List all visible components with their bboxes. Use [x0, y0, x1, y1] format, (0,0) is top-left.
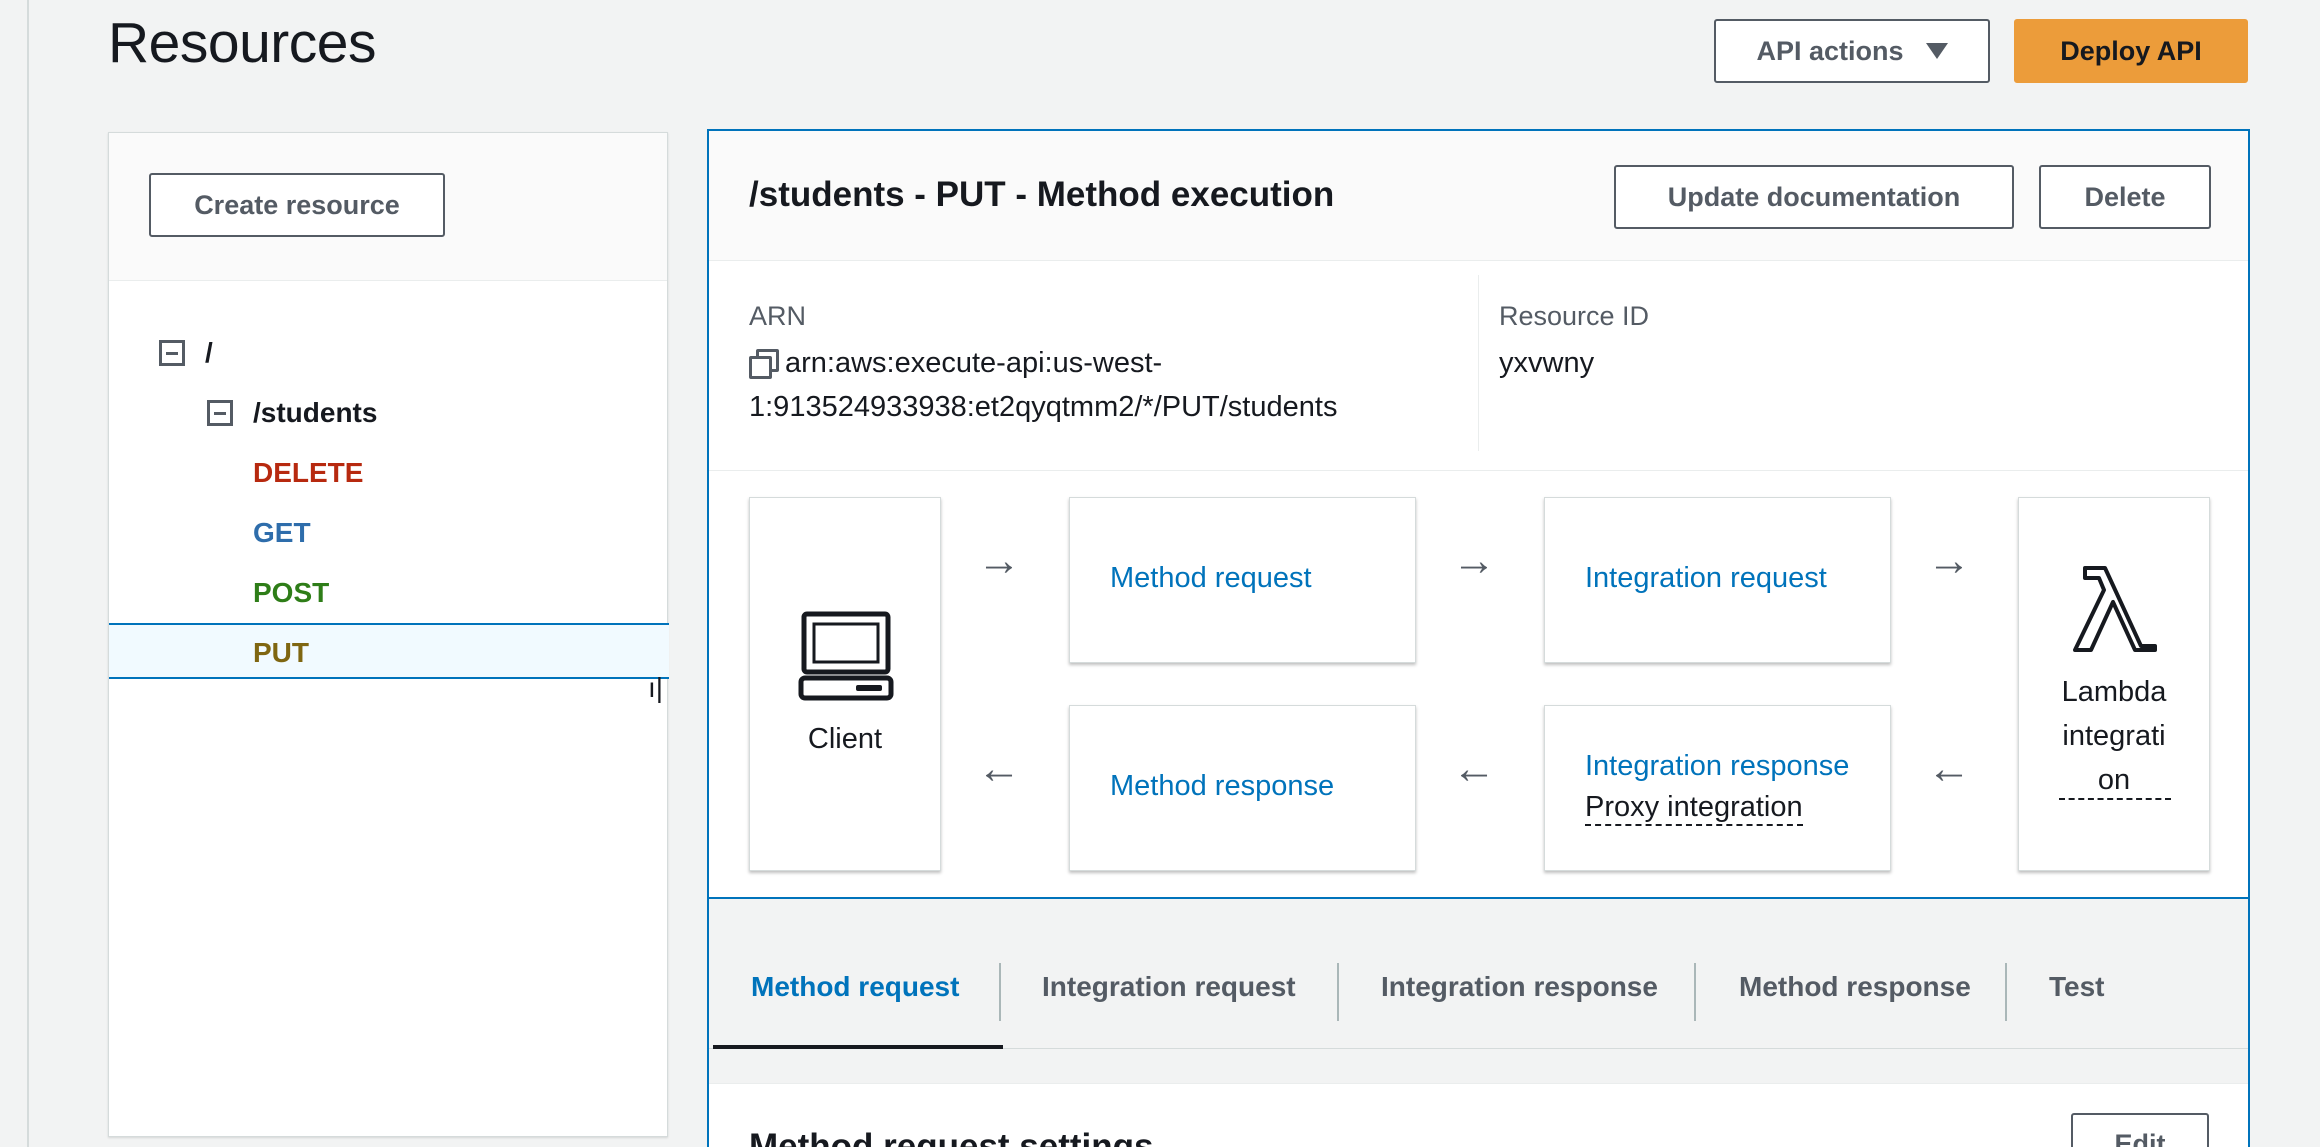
method-post-label: POST [253, 577, 330, 608]
arn-label: ARN [749, 301, 807, 331]
lambda-label-line3: on [2097, 764, 2131, 796]
edit-button[interactable]: Edit [2071, 1113, 2209, 1147]
integration-request-box[interactable]: Integration request [1544, 497, 1891, 663]
lambda-label-line2: integrati [2062, 720, 2166, 752]
delete-button[interactable]: Delete [2039, 165, 2211, 229]
tab-test[interactable]: Test [2049, 971, 2105, 1003]
section-divider [709, 470, 2248, 471]
method-request-settings-title: Method request settings [749, 1127, 1154, 1147]
client-label: Client [807, 723, 883, 755]
method-request-link[interactable]: Method request [1110, 562, 1312, 595]
tree-method-put[interactable]: PUT [253, 637, 309, 669]
api-actions-dropdown[interactable]: API actions [1714, 19, 1990, 83]
resource-id-value: yxvwny [1499, 347, 1595, 379]
tab-integration-request[interactable]: Integration request [1042, 971, 1296, 1003]
method-request-box[interactable]: Method request [1069, 497, 1416, 663]
tab-separator [1337, 963, 1339, 1021]
arn-value-line1: arn:aws:execute-api:us-west- [785, 347, 1163, 379]
selected-row-highlight [109, 623, 669, 679]
method-response-link[interactable]: Method response [1110, 770, 1334, 803]
method-execution-panel: /students - PUT - Method execution Updat… [707, 129, 2250, 1147]
tab-integration-response[interactable]: Integration response [1381, 971, 1658, 1003]
page-left-divider [27, 0, 29, 1147]
page-title: Resources [108, 11, 376, 75]
lambda-icon [2073, 566, 2157, 652]
method-response-box[interactable]: Method response [1069, 705, 1416, 871]
tab-separator [2005, 963, 2007, 1021]
tree-method-post[interactable]: POST [253, 577, 329, 609]
caret-down-icon [1925, 43, 1948, 59]
method-put-label: PUT [253, 637, 309, 668]
collapse-icon[interactable] [207, 400, 233, 426]
arrow-left-icon: ← [1452, 744, 1496, 793]
arrow-right-icon: → [977, 536, 1021, 585]
integration-response-box[interactable]: Integration response Proxy integration [1544, 705, 1891, 871]
tab-separator [999, 963, 1001, 1021]
lambda-dashed-underline [2059, 798, 2171, 800]
tab-method-response[interactable]: Method response [1739, 971, 1971, 1003]
tree-method-delete[interactable]: DELETE [253, 457, 363, 489]
arrow-left-icon: ← [977, 744, 1021, 793]
arn-value-line2: 1:913524933938:et2qyqtmm2/*/PUT/students [749, 391, 1338, 423]
arrow-left-icon: ← [1927, 744, 1971, 793]
api-actions-label: API actions [1756, 35, 1904, 66]
laptop-icon [798, 611, 894, 701]
resize-handle-icon[interactable]: ı| [648, 672, 663, 704]
update-documentation-button[interactable]: Update documentation [1614, 165, 2014, 229]
tree-item-root[interactable]: / [159, 337, 213, 369]
resource-id-label: Resource ID [1499, 301, 1650, 331]
tab-method-request[interactable]: Method request [751, 971, 959, 1003]
tree-item-students[interactable]: /students [207, 397, 377, 429]
info-divider [1478, 275, 1479, 451]
method-delete-label: DELETE [253, 457, 364, 488]
deploy-api-button[interactable]: Deploy API [2014, 19, 2248, 83]
method-execution-title: /students - PUT - Method execution [749, 175, 1335, 214]
proxy-integration-label: Proxy integration [1585, 790, 1803, 826]
tree-method-get[interactable]: GET [253, 517, 311, 549]
integration-response-link[interactable]: Integration response [1585, 750, 1849, 783]
active-tab-indicator [713, 1045, 1003, 1049]
integration-request-link[interactable]: Integration request [1585, 562, 1827, 595]
arrow-right-icon: → [1927, 536, 1971, 585]
arn-value: arn:aws:execute-api:us-west- 1:913524933… [749, 341, 1337, 429]
tab-separator [1694, 963, 1696, 1021]
resource-tree-panel: Create resource / /students DELETE GET P… [108, 132, 669, 1137]
arrow-right-icon: → [1452, 536, 1496, 585]
lambda-label-line1: Lambda [2061, 676, 2167, 708]
lambda-integration-box[interactable]: Lambda integrati on [2018, 497, 2210, 871]
method-get-label: GET [253, 517, 311, 548]
tree-item-root-label: / [205, 337, 213, 368]
copy-icon[interactable] [749, 349, 779, 379]
tree-item-students-label: /students [253, 397, 378, 428]
client-box: Client [749, 497, 941, 871]
collapse-icon[interactable] [159, 340, 185, 366]
create-resource-button[interactable]: Create resource [149, 173, 445, 237]
